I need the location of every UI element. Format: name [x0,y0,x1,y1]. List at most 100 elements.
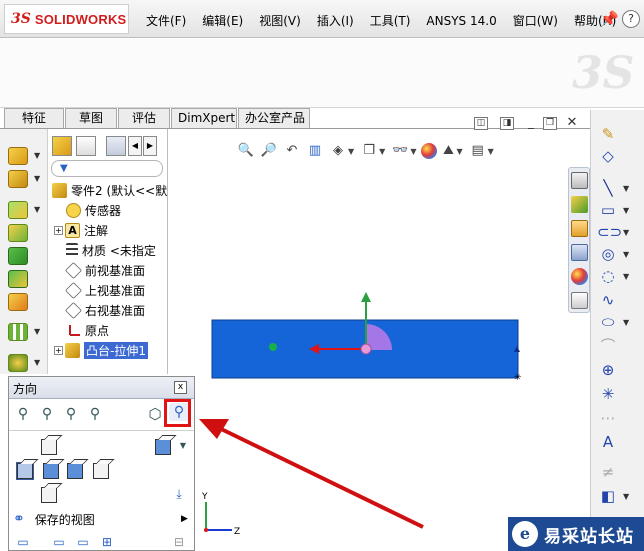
hole-wizard-icon[interactable] [8,293,28,311]
view-selector-icon[interactable]: ⬡ [145,405,165,423]
link-views-icon[interactable]: ⊟ [169,533,189,551]
view-palette-icon[interactable] [571,244,588,261]
feature-tree-tab-icon[interactable] [52,136,72,156]
convert-entities-icon[interactable]: ◧ [597,486,619,506]
tree-item-material[interactable]: 材质 <未指定 [66,241,156,259]
chevron-down-icon[interactable]: ▼ [623,228,629,237]
edit-appearance-icon[interactable] [421,143,438,159]
minimize-icon[interactable]: _ [524,116,538,130]
chevron-down-icon[interactable]: ▼ [379,147,385,156]
configuration-manager-tab-icon[interactable] [106,136,126,156]
scroll-right-icon[interactable]: ▶ [143,136,157,156]
shell-icon[interactable] [8,247,28,265]
help-icon[interactable]: ? [622,10,640,28]
display-style-icon[interactable]: ❒ [359,142,379,160]
reset-standard-views-icon[interactable]: ⚲ [61,405,81,423]
close-icon[interactable]: ✕ [565,116,579,130]
custom-properties-icon[interactable] [571,292,588,309]
single-view-icon[interactable]: ▭ [13,533,33,551]
trim-icon[interactable]: ≠ [597,462,619,482]
model-view[interactable]: ✳ [169,280,562,400]
chevron-down-icon[interactable]: ▼ [623,250,629,259]
draft-icon[interactable] [8,224,28,242]
panel-toggle-icon[interactable]: ◫ [474,117,488,130]
chevron-down-icon[interactable]: ▼ [348,147,354,156]
view-settings-icon[interactable]: ▤ [468,142,488,160]
sketch-icon[interactable]: ✎ [597,124,619,144]
revolved-boss-icon[interactable] [8,170,28,188]
chevron-down-icon[interactable]: ▼ [456,147,462,156]
back-view-icon[interactable] [41,439,57,455]
update-standard-views-icon[interactable]: ⚲ [37,405,57,423]
new-view-icon[interactable]: ⚲ [13,405,33,423]
two-view-vertical-icon[interactable]: ▭ [73,533,93,551]
hide-show-items-icon[interactable]: 👓 [390,142,410,160]
tree-item-boss-extrude[interactable]: + 凸台-拉伸1 [54,341,148,359]
centerline-icon[interactable]: ⋯ [597,408,619,428]
normal-to-icon[interactable]: ⤓ [169,485,189,503]
circle-icon[interactable]: ◎ [597,244,619,264]
tree-item-origin[interactable]: 原点 [66,321,109,339]
home-icon[interactable] [571,172,588,189]
text-icon[interactable]: A [597,432,619,452]
slot-icon[interactable]: ⊂⊃ [597,222,622,242]
expand-icon[interactable]: + [54,225,63,235]
isometric-view-icon[interactable] [155,439,171,455]
tree-item-front-plane[interactable]: 前视基准面 [65,261,145,279]
rectangle-icon[interactable]: ▭ [597,200,619,220]
right-view-icon[interactable] [67,463,83,479]
design-library-icon[interactable] [571,196,588,213]
rib-icon[interactable] [8,270,28,288]
previous-view-icon[interactable]: ↶ [282,142,302,160]
view-orientation-icon[interactable]: ◈ [328,142,348,160]
menu-window[interactable]: 窗口(W) [507,10,564,32]
reference-geometry-icon[interactable] [8,354,28,372]
close-button[interactable]: x [174,381,187,394]
tab-dimxpert[interactable]: DimXpert [171,108,237,128]
apply-scene-icon[interactable]: ⛰ [440,142,456,160]
ellipse-icon[interactable]: ⬭ [597,312,619,332]
chevron-down-icon[interactable]: ▼ [623,206,629,215]
bottom-view-icon[interactable] [41,487,57,503]
menu-edit[interactable]: 编辑(E) [196,10,249,32]
scroll-left-icon[interactable]: ◀ [128,136,142,156]
link-view-icon[interactable]: ⚲ [85,405,105,423]
chevron-down-icon[interactable]: ▼ [623,272,629,281]
point-icon[interactable]: ✳ [597,384,619,404]
menu-view[interactable]: 视图(V) [253,10,307,32]
two-view-horizontal-icon[interactable]: ▭ [49,533,69,551]
chevron-down-icon[interactable]: ▼ [34,174,40,183]
chevron-down-icon[interactable]: ▼ [34,205,40,214]
left-view-icon[interactable] [43,463,59,479]
arc-icon[interactable]: ◌ [597,266,619,286]
chevron-down-icon[interactable]: ▼ [623,492,629,501]
tab-office-products[interactable]: 办公室产品 [238,108,310,128]
zoom-to-fit-icon[interactable]: 🔍 [236,142,256,160]
tree-root[interactable]: 零件2 (默认<<默 [52,181,167,199]
tab-sketch[interactable]: 草图 [65,108,117,128]
fillet-sketch-icon[interactable]: ⌒ [597,336,619,356]
four-view-icon[interactable]: ⊞ [97,533,117,551]
chevron-down-icon[interactable]: ▼ [488,147,494,156]
section-view-icon[interactable]: ▥ [305,142,325,160]
smart-dimension-icon[interactable]: ◇ [597,146,619,166]
chevron-down-icon[interactable]: ▼ [623,318,629,327]
tab-features[interactable]: 特征 [4,108,64,128]
tab-evaluate[interactable]: 评估 [118,108,170,128]
chevron-down-icon[interactable]: ▼ [34,327,40,336]
property-manager-tab-icon[interactable] [76,136,96,156]
front-view-icon[interactable] [16,462,34,480]
menu-tools[interactable]: 工具(T) [364,10,417,32]
filter-input[interactable]: ▼ [51,160,163,177]
extruded-boss-icon[interactable] [8,147,28,165]
orientation-dialog-header[interactable]: 方向 x [9,377,194,399]
chevron-down-icon[interactable]: ▼ [623,184,629,193]
saved-views-dropdown[interactable]: ⚭ 保存的视图 ▶ [13,509,191,529]
tree-item-sensors[interactable]: 传感器 [66,201,121,219]
panel-split-icon[interactable]: ◨ [500,117,514,130]
menu-ansys[interactable]: ANSYS 14.0 [420,10,502,32]
appearances-icon[interactable] [571,268,588,285]
tree-item-right-plane[interactable]: 右视基准面 [65,301,145,319]
tree-item-annotations[interactable]: + A 注解 [54,221,108,239]
tree-item-top-plane[interactable]: 上视基准面 [65,281,145,299]
